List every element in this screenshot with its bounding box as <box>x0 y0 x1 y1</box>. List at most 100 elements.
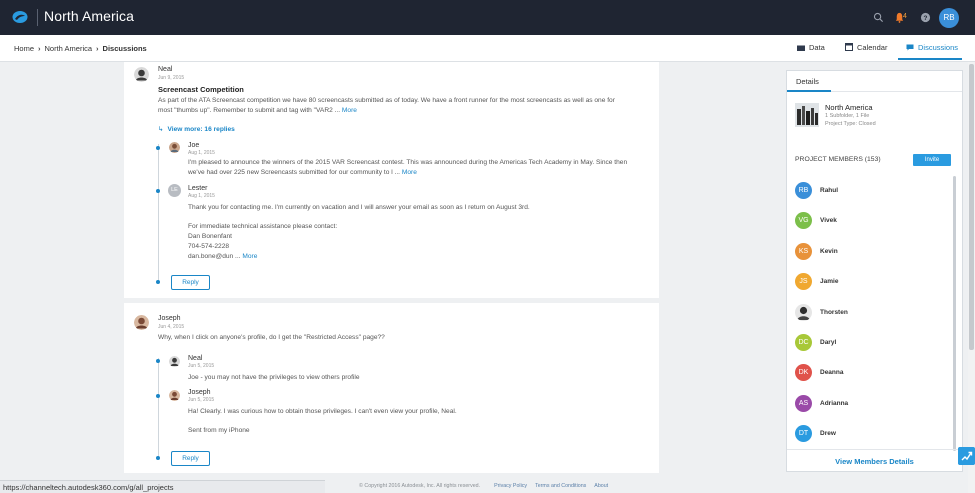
avatar[interactable] <box>134 315 149 330</box>
panel-divider <box>787 449 962 450</box>
avatar: RB <box>795 182 812 199</box>
breadcrumb-bar: Home › North America › Discussions Data Cale… <box>0 35 975 62</box>
feedback-icon[interactable] <box>958 447 975 465</box>
reply-button[interactable]: Reply <box>171 451 210 466</box>
member-item[interactable]: DK Deanna <box>795 364 945 382</box>
tab-calendar[interactable]: Calendar <box>845 43 887 52</box>
member-item[interactable]: JS Jamie <box>795 273 945 291</box>
view-members-details-link[interactable]: View Members Details <box>787 457 962 466</box>
reply-body: Ha! Clearly. I was curious how to obtain… <box>188 408 457 434</box>
page-scrollbar-thumb[interactable] <box>969 64 974 350</box>
member-name: Rahul <box>820 187 839 194</box>
reply-body: I'm pleased to announce the winners of t… <box>188 159 628 176</box>
reply-date: Aug 1, 2015 <box>188 150 215 156</box>
reply-author-name[interactable]: Joe <box>188 142 199 149</box>
project-title[interactable]: North America <box>44 8 134 24</box>
autodesk-logo-icon[interactable] <box>12 10 28 24</box>
terms-link[interactable]: Terms and Conditions <box>535 483 586 489</box>
privacy-policy-link[interactable]: Privacy Policy <box>494 483 527 489</box>
help-icon[interactable]: ? <box>920 12 931 23</box>
avatar: DK <box>795 364 812 381</box>
status-bar-url: https://channeltech.autodesk360.com/g/al… <box>0 480 325 493</box>
active-tab-indicator <box>898 58 962 60</box>
thread-dot <box>156 394 160 398</box>
tab-details[interactable]: Details <box>796 77 819 86</box>
member-item[interactable]: DC Daryl <box>795 334 945 352</box>
reply-author-name[interactable]: Lester <box>188 185 207 192</box>
member-name: Drew <box>820 430 836 437</box>
avatar: KS <box>795 243 812 260</box>
reply-arrow-icon: ↳ <box>158 126 164 133</box>
active-tab-indicator <box>787 90 831 92</box>
thread-dot <box>156 359 160 363</box>
member-name: Daryl <box>820 339 837 346</box>
avatar: JS <box>795 273 812 290</box>
breadcrumb-current: Discussions <box>102 44 147 53</box>
svg-text:?: ? <box>924 15 928 22</box>
details-panel: Details North America 1 Subfolder, 1 Fil… <box>786 70 963 472</box>
chevron-right-icon: › <box>38 44 41 53</box>
notification-count: 4 <box>903 13 907 20</box>
member-name: Thorsten <box>820 309 848 316</box>
view-more-replies-link[interactable]: ↳ View more: 16 replies <box>158 125 235 133</box>
breadcrumb: Home › North America › Discussions <box>14 44 147 53</box>
breadcrumb-home[interactable]: Home <box>14 44 34 53</box>
about-link[interactable]: About <box>594 483 608 489</box>
thread-line <box>158 358 159 458</box>
member-item[interactable]: Thorsten <box>795 304 945 322</box>
discussion-card: Joseph Jun 4, 2015 Why, when I click on … <box>124 303 659 473</box>
more-link[interactable]: More <box>402 169 417 176</box>
member-name: Jamie <box>820 278 839 285</box>
invite-button[interactable]: Invite <box>913 154 951 166</box>
avatar[interactable]: LE <box>168 184 181 197</box>
reply-body: Thank you for contacting me. I'm current… <box>188 204 530 260</box>
folder-icon <box>797 45 805 51</box>
thread-dot <box>156 189 160 193</box>
project-thumbnail <box>795 103 819 127</box>
search-icon[interactable] <box>873 12 884 23</box>
author-name[interactable]: Joseph <box>158 315 181 322</box>
reply-author-name[interactable]: Neal <box>188 355 202 362</box>
project-contents: 1 Subfolder, 1 File <box>825 113 870 119</box>
thread-dot <box>156 456 160 460</box>
page-footer: © Copyright 2016 Autodesk, Inc. All righ… <box>325 483 616 489</box>
post-body: Why, when I click on anyone's profile, d… <box>158 334 385 341</box>
post-body: As part of the ATA Screencast competitio… <box>158 97 615 114</box>
member-item[interactable]: KS Kevin <box>795 243 945 261</box>
chat-bubble-icon <box>906 44 914 50</box>
avatar: DT <box>795 425 812 442</box>
copyright-text: © Copyright 2016 Autodesk, Inc. All righ… <box>359 483 481 489</box>
post-title[interactable]: Screencast Competition <box>158 85 244 94</box>
avatar[interactable] <box>169 390 180 401</box>
avatar <box>795 304 812 321</box>
more-link[interactable]: More <box>242 253 257 260</box>
avatar[interactable] <box>169 356 180 367</box>
avatar: DC <box>795 334 812 351</box>
member-item[interactable]: DT Drew <box>795 425 945 443</box>
avatar[interactable] <box>169 142 180 153</box>
discussion-card: Neal Jun 9, 2015 Screencast Competition … <box>124 62 659 298</box>
member-item[interactable]: VG Vivek <box>795 212 945 230</box>
more-link[interactable]: More <box>342 107 357 114</box>
member-item[interactable]: AS Adrianna <box>795 395 945 413</box>
thread-dot <box>156 146 160 150</box>
tab-discussions[interactable]: Discussions <box>906 43 958 52</box>
chevron-right-icon: › <box>96 44 99 53</box>
post-date: Jun 9, 2015 <box>158 75 185 81</box>
author-name[interactable]: Neal <box>158 66 172 73</box>
members-scrollbar[interactable] <box>953 176 956 451</box>
top-bar: North America 4 ? RB <box>0 0 975 35</box>
calendar-icon <box>845 43 853 51</box>
avatar[interactable] <box>134 67 149 82</box>
reply-button[interactable]: Reply <box>171 275 210 290</box>
reply-date: Jun 5, 2015 <box>188 363 215 369</box>
post-date: Jun 4, 2015 <box>158 324 185 330</box>
user-avatar[interactable]: RB <box>939 8 959 28</box>
members-heading: PROJECT MEMBERS (153) <box>795 156 881 163</box>
reply-date: Aug 1, 2015 <box>188 193 215 199</box>
tab-data[interactable]: Data <box>797 43 825 52</box>
reply-author-name[interactable]: Joseph <box>188 389 211 396</box>
member-item[interactable]: RB Rahul <box>795 182 945 200</box>
avatar: VG <box>795 212 812 229</box>
breadcrumb-parent[interactable]: North America <box>45 44 93 53</box>
